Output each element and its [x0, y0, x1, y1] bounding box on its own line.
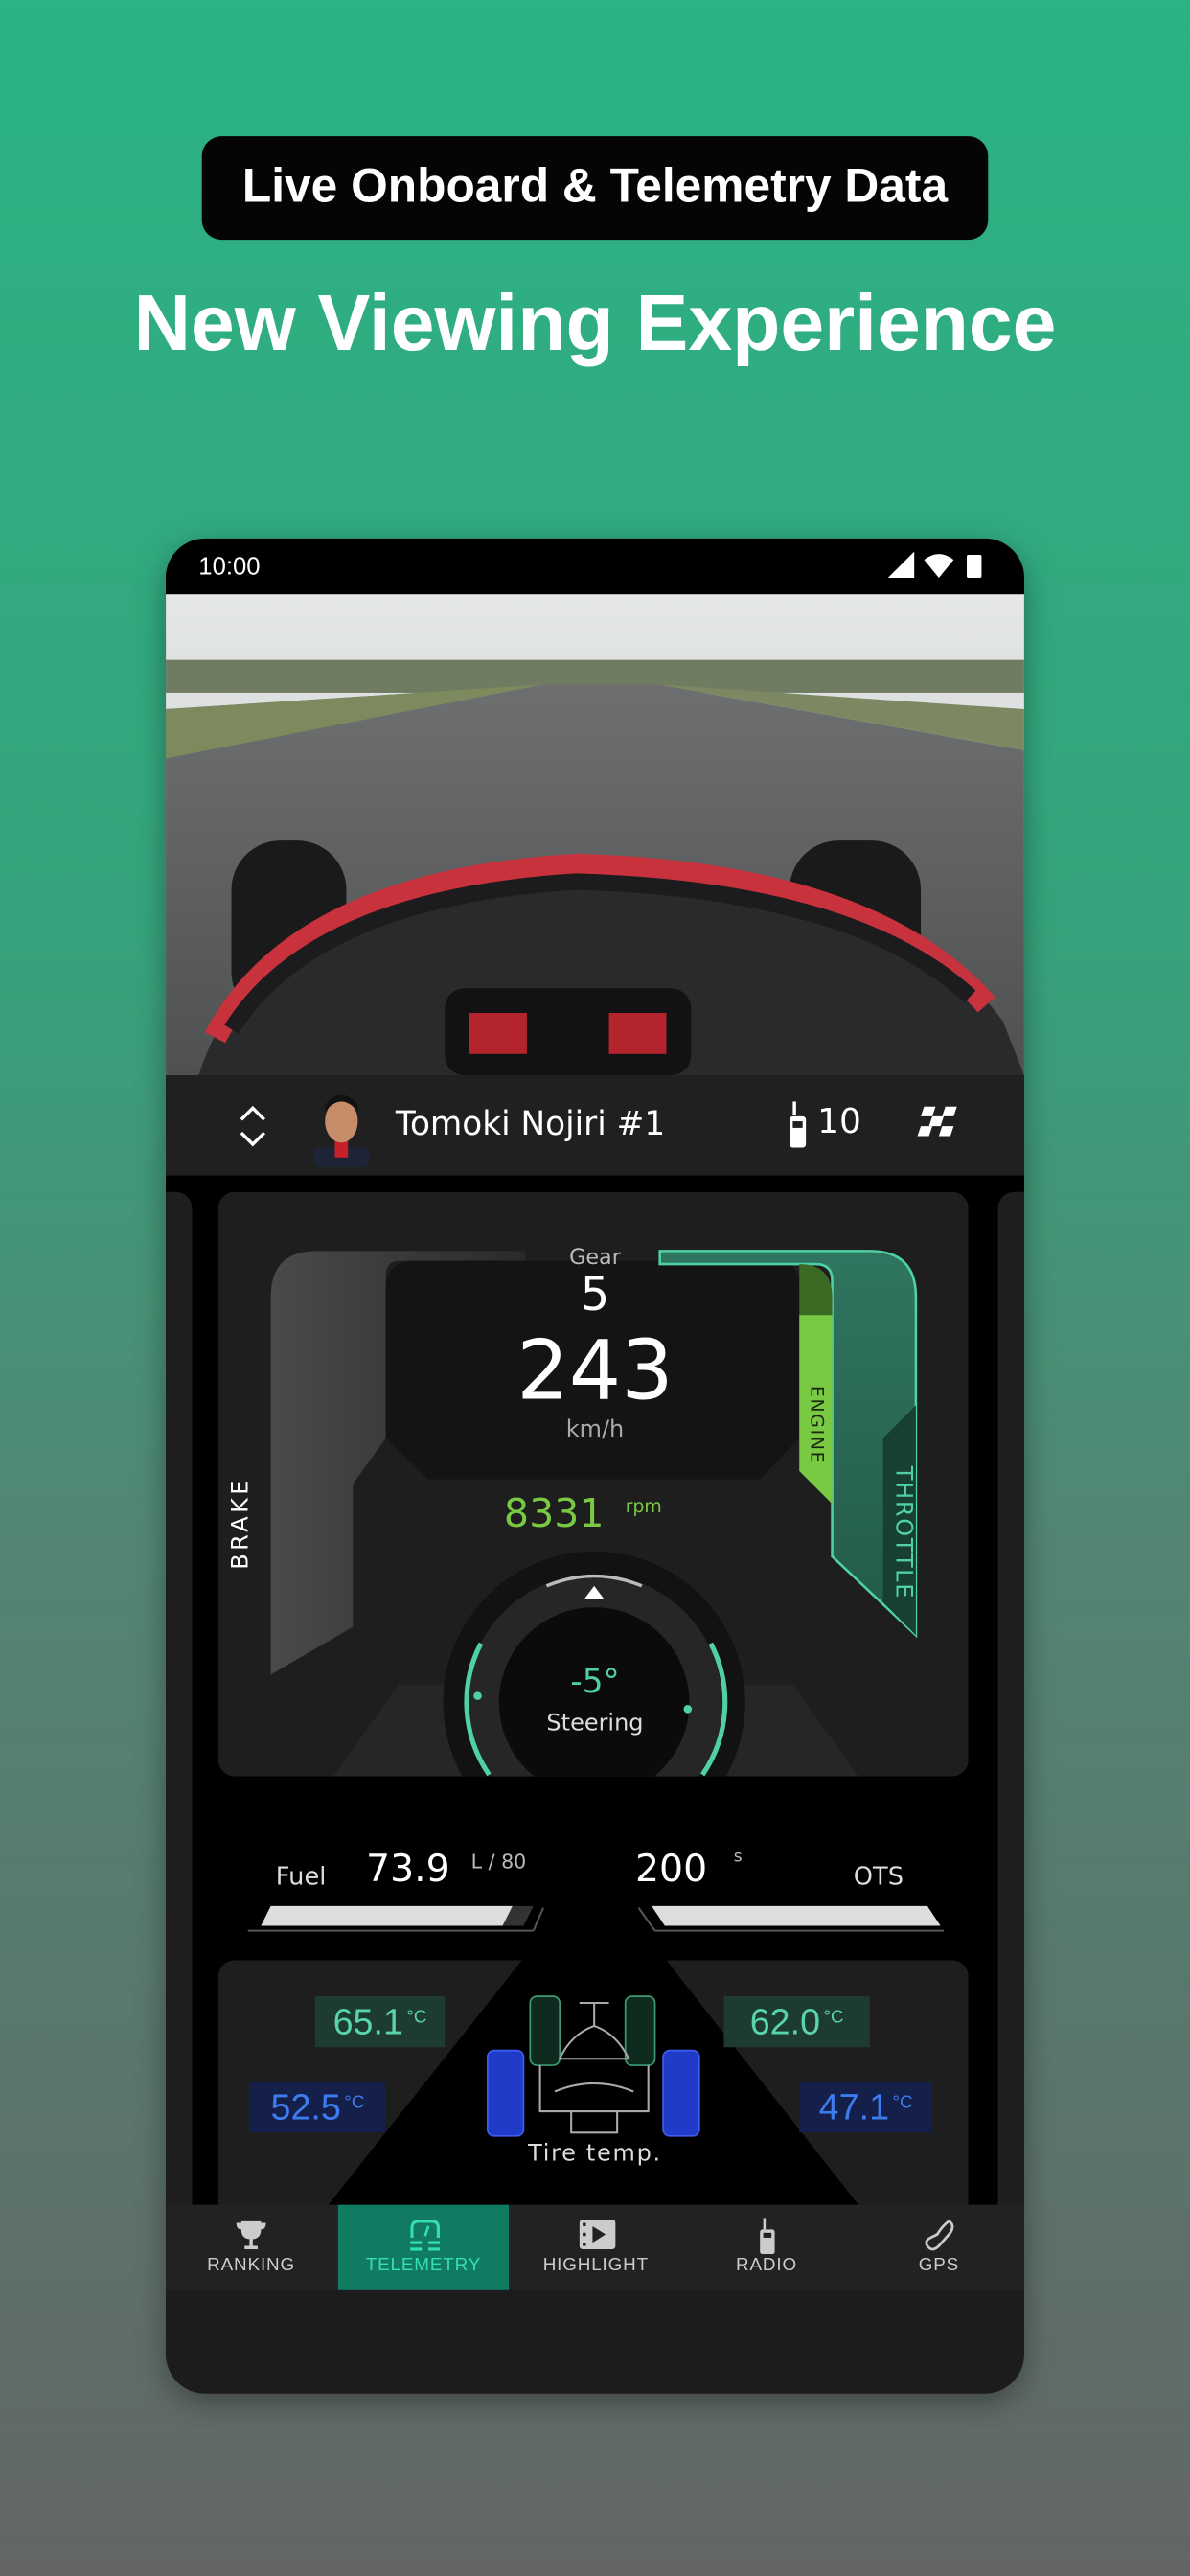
- steering-value: -5°: [570, 1661, 620, 1701]
- ots-bar-fill: [652, 1905, 941, 1926]
- tire-front-left: 65.1 °C: [314, 1996, 446, 2048]
- steering-label: Steering: [546, 1711, 644, 1737]
- bottom-nav: RANKING TELEMETRY HIGHLIGHT RADIO GPS: [166, 2204, 1024, 2290]
- gauge-icon: [410, 2220, 441, 2251]
- signal-icon: [887, 551, 915, 579]
- ots-label: OTS: [853, 1861, 904, 1892]
- fuel-value: 73.9: [366, 1848, 450, 1892]
- status-bar: 10:00: [166, 538, 1024, 595]
- onboard-video[interactable]: [166, 594, 1024, 1076]
- radio-icon: [760, 2218, 775, 2255]
- trophy-icon: [236, 2220, 266, 2249]
- tire-rear-left: 52.5 °C: [249, 2082, 386, 2133]
- fuel-ots-bars: [247, 1905, 945, 1932]
- promo-headline: New Viewing Experience: [133, 280, 1057, 368]
- driver-bar: Tomoki Nojiri #1 10: [166, 1075, 1024, 1176]
- nav-radio[interactable]: RADIO: [681, 2205, 852, 2290]
- radio-count: 10: [817, 1101, 861, 1141]
- speed-value: 243: [516, 1322, 674, 1419]
- ots-value: 200: [634, 1848, 708, 1892]
- nav-highlight[interactable]: HIGHLIGHT: [511, 2205, 681, 2290]
- status-icons: [887, 551, 982, 579]
- driver-name[interactable]: Tomoki Nojiri #1: [396, 1103, 665, 1142]
- brake-label: BRAKE: [228, 1477, 255, 1570]
- telemetry-panel: Gear 5 243 km/h 8331 rpm BRAKE ENGINE TH…: [166, 1175, 1024, 2210]
- radio-icon[interactable]: [787, 1101, 810, 1148]
- avatar: [313, 1094, 370, 1168]
- rpm-unit: rpm: [625, 1495, 662, 1517]
- fuel-bar-fill: [261, 1905, 513, 1926]
- ots-unit: s: [733, 1848, 743, 1867]
- nav-telemetry[interactable]: TELEMETRY: [337, 2204, 510, 2290]
- phone-screen: 10:00 Tomoki Nojiri #1 10 Gear 5 243 km/…: [166, 538, 1024, 2394]
- tire-rear-right: 47.1 °C: [799, 2082, 933, 2133]
- switch-driver-icon[interactable]: [238, 1105, 267, 1148]
- track-map-icon: [925, 2220, 954, 2251]
- checkered-flag-icon[interactable]: [914, 1106, 957, 1143]
- promo-badge: Live Onboard & Telemetry Data: [201, 136, 989, 241]
- battery-icon: [967, 555, 982, 579]
- nav-ranking[interactable]: RANKING: [166, 2205, 336, 2290]
- fuel-unit: L / 80: [470, 1850, 527, 1874]
- fuel-label: Fuel: [275, 1861, 327, 1892]
- tire-front-right: 62.0 °C: [723, 1996, 870, 2048]
- tire-temp-label: Tire temp.: [528, 2140, 662, 2168]
- nav-gps[interactable]: GPS: [854, 2205, 1024, 2290]
- speed-unit: km/h: [565, 1416, 625, 1443]
- gear-value: 5: [580, 1267, 610, 1322]
- video-icon: [579, 2220, 616, 2249]
- engine-label: ENGINE: [806, 1385, 828, 1465]
- wifi-icon: [924, 554, 954, 579]
- status-time: 10:00: [198, 553, 261, 582]
- rpm-value: 8331: [503, 1490, 605, 1537]
- throttle-label: THROTTLE: [889, 1465, 916, 1600]
